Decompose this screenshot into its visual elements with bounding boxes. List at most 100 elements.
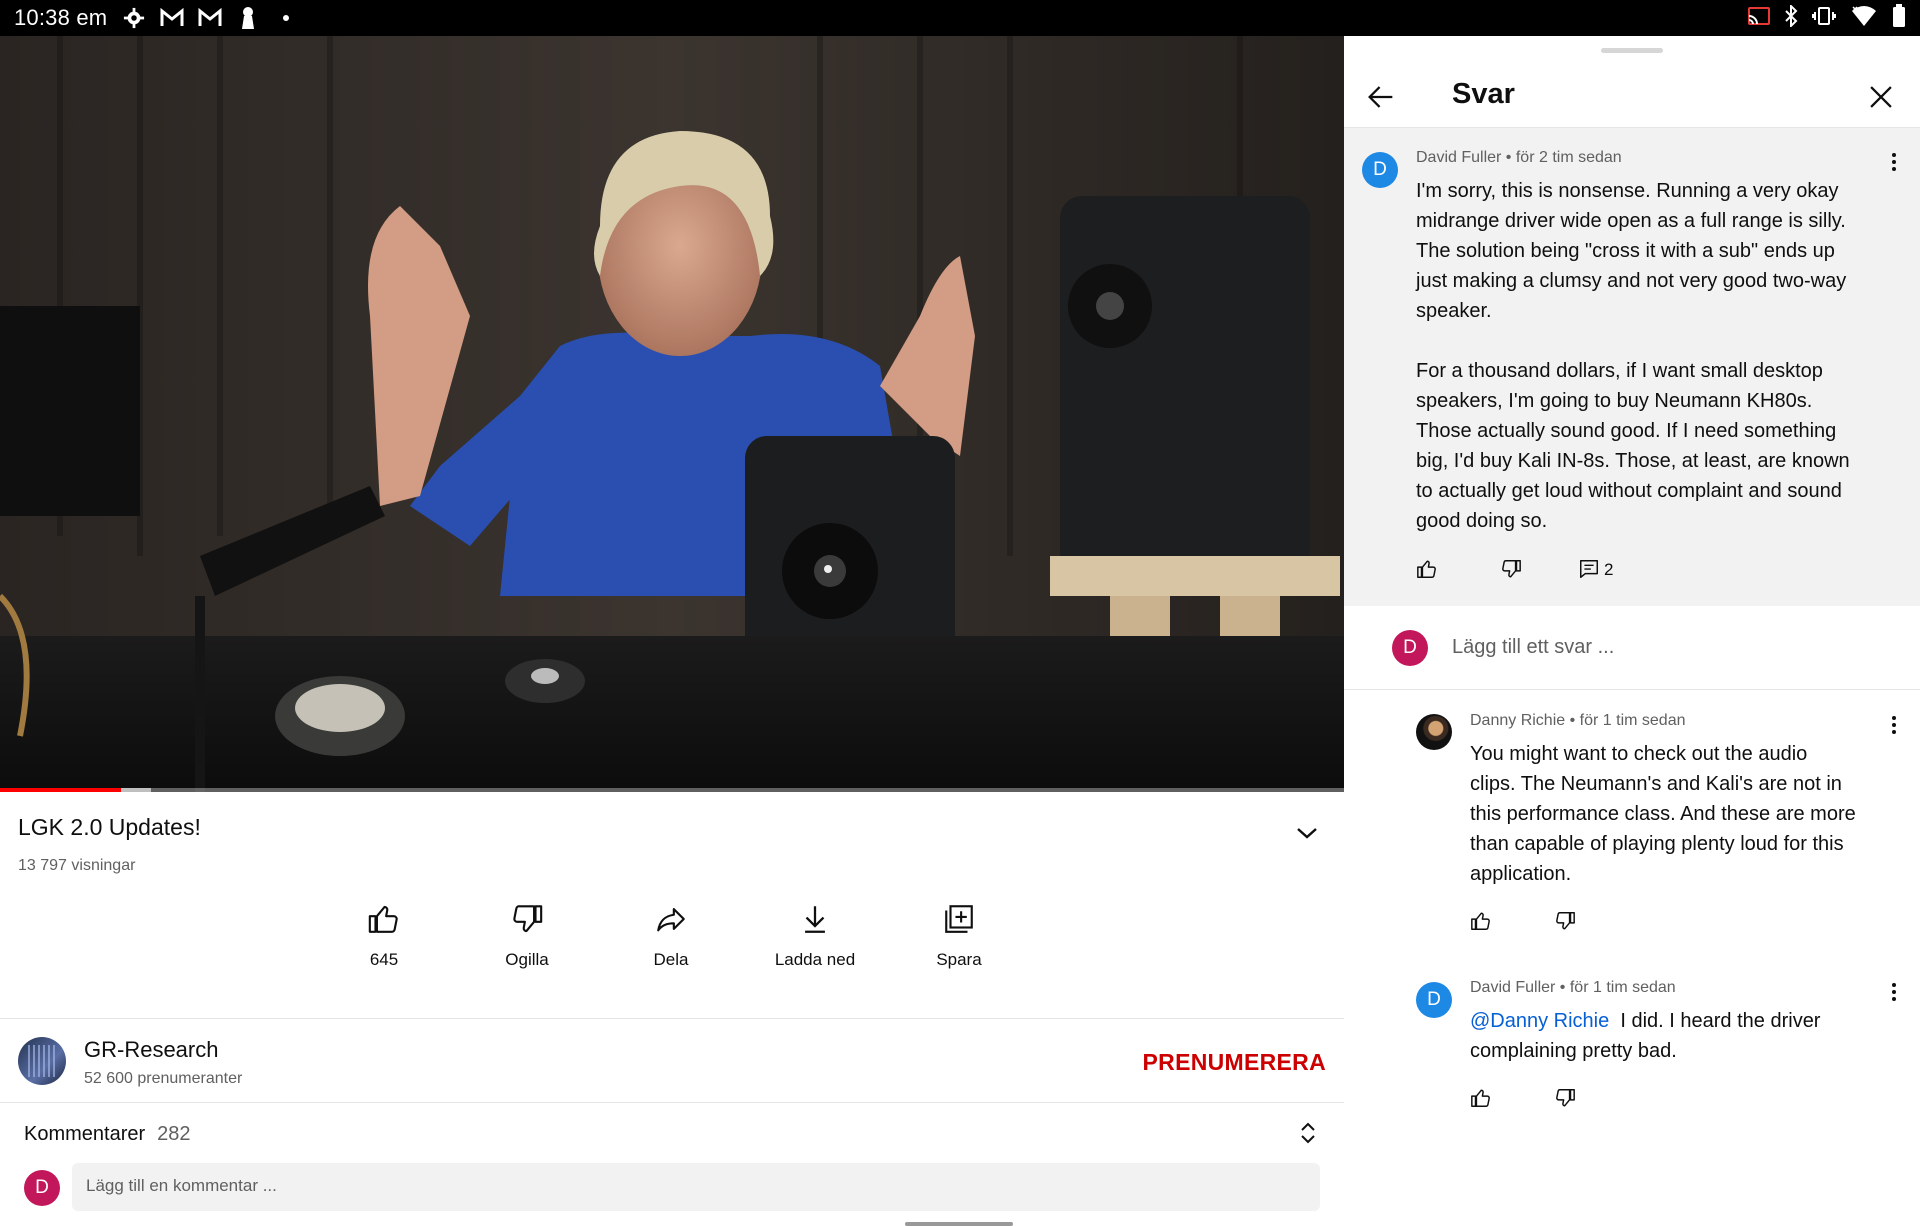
status-bar: 10:38 em [0, 0, 1920, 36]
download-icon [805, 906, 825, 933]
reply-meta: David Fuller • för 1 tim sedan [1470, 979, 1676, 996]
bluetooth-icon [1784, 3, 1798, 32]
settings-gear-icon [121, 5, 147, 31]
reply-menu-button[interactable] [1882, 713, 1906, 737]
reply-line: You might want to check out the audio [1470, 743, 1808, 765]
comment-dislike-button[interactable] [1500, 558, 1524, 582]
reply-dislike-button[interactable] [1554, 1087, 1578, 1111]
reply-menu-button[interactable] [1882, 980, 1906, 1004]
comment-line: to actually get loud without complaint a… [1416, 480, 1842, 502]
arrow-back-icon [1368, 86, 1393, 108]
close-icon [1870, 86, 1892, 108]
thumb-down-icon [1556, 912, 1575, 930]
comments-label: Kommentarer [24, 1123, 146, 1145]
channel-avatar[interactable] [18, 1037, 66, 1085]
reply-text: @Danny Richie I did. I heard the driver … [1470, 1006, 1910, 1066]
reply-line: I did. I heard the driver [1609, 1010, 1821, 1032]
comment-menu-button[interactable] [1882, 150, 1906, 174]
add-comment-input[interactable]: Lägg till en kommentar ... [72, 1163, 1320, 1211]
comment-like-button[interactable] [1416, 558, 1440, 582]
thumb-up-icon [368, 905, 398, 933]
reply-line: application. [1470, 863, 1572, 885]
comment-meta: David Fuller • för 2 tim sedan [1416, 149, 1622, 166]
reply-time: för 1 tim sedan [1579, 712, 1686, 729]
more-vert-icon [1892, 983, 1896, 1001]
reply-icon [1580, 560, 1598, 578]
expand-comments-button[interactable] [1294, 1119, 1322, 1147]
reply-meta: Danny Richie • för 1 tim sedan [1470, 712, 1686, 729]
thumb-down-icon [513, 905, 543, 933]
reply-input-row[interactable]: D Lägg till ett svar ... [1344, 606, 1920, 690]
more-vert-icon [1892, 716, 1896, 734]
comment-reply-button[interactable] [1578, 558, 1602, 582]
dot-icon [273, 5, 299, 31]
progress-buffered [120, 788, 151, 792]
video-title: LGK 2.0 Updates! [18, 814, 201, 840]
comment-line: I'm sorry, this is nonsense. Running a v… [1416, 180, 1839, 202]
replies-header: Svar [1344, 64, 1920, 128]
battery-icon [1892, 3, 1906, 33]
save-button[interactable]: Spara [899, 898, 1019, 970]
add-to-playlist-icon [945, 905, 973, 933]
wifi-icon [1850, 5, 1878, 32]
video-progress-bar[interactable] [0, 788, 1344, 792]
comment-line: speaker. [1416, 300, 1492, 322]
reply-text: You might want to check out the audio cl… [1470, 739, 1910, 889]
channel-row[interactable]: GR-Research 52 600 prenumeranter PRENUME… [0, 1019, 1344, 1103]
mention-link[interactable]: @Danny Richie [1470, 1010, 1609, 1032]
expand-description-button[interactable] [1290, 816, 1324, 850]
comment-line: midrange driver wide open as a full rang… [1416, 210, 1846, 232]
subscriber-count: 52 600 prenumeranter [84, 1070, 243, 1087]
reply-dislike-button[interactable] [1554, 910, 1578, 934]
video-actions: 645 Ogilla Dela Ladda ned Spara [0, 898, 1344, 1008]
replier-avatar[interactable] [1416, 714, 1452, 750]
thumb-up-icon [1417, 560, 1436, 578]
comment-line: For a thousand dollars, if I want small … [1416, 360, 1823, 382]
user-avatar: D [1392, 630, 1428, 666]
commenter-avatar[interactable]: D [1362, 152, 1398, 188]
reply-line: than capable of playing plenty loud for … [1470, 833, 1844, 855]
video-player[interactable] [0, 36, 1344, 792]
vibrate-icon [1812, 6, 1836, 31]
channel-name[interactable]: GR-Research [84, 1037, 218, 1063]
user-avatar: D [24, 1170, 60, 1206]
view-count: 13 797 visningar [18, 857, 136, 874]
subscribe-button[interactable]: PRENUMERERA [1143, 1049, 1326, 1076]
reply-like-button[interactable] [1470, 1087, 1494, 1111]
reply-author: David Fuller [1470, 979, 1556, 996]
share-icon [657, 908, 685, 932]
replier-avatar[interactable]: D [1416, 982, 1452, 1018]
comment-time: för 2 tim sedan [1515, 149, 1622, 166]
download-label: Ladda ned [774, 950, 856, 969]
thumb-up-icon [1471, 1089, 1490, 1107]
close-button[interactable] [1864, 80, 1898, 114]
add-reply-input[interactable]: Lägg till ett svar ... [1452, 636, 1614, 659]
reply-count: 2 [1604, 560, 1614, 579]
comments-count: 282 [157, 1123, 191, 1145]
status-time: 10:38 em [14, 5, 108, 30]
reply-like-button[interactable] [1470, 910, 1494, 934]
reply-line: complaining pretty bad. [1470, 1040, 1677, 1062]
share-button[interactable]: Dela [611, 898, 731, 970]
gmail-icon [159, 5, 185, 31]
thumb-down-icon [1556, 1089, 1575, 1107]
comment-line: just making a clumsy and not very good t… [1416, 270, 1847, 292]
dislike-button[interactable]: Ogilla [467, 898, 587, 970]
divider [0, 1102, 1344, 1103]
unfold-icon [1301, 1122, 1315, 1144]
dislike-label: Ogilla [505, 950, 549, 969]
drag-handle[interactable] [1601, 48, 1663, 53]
reply-line: clips. The Neumann's and Kali's are not … [1470, 773, 1842, 795]
chevron-down-icon [1297, 828, 1317, 839]
thumb-up-icon [1471, 912, 1490, 930]
like-button[interactable]: 645 [324, 898, 444, 970]
download-button[interactable]: Ladda ned [755, 898, 875, 970]
more-vert-icon [1892, 153, 1896, 171]
cast-icon [1748, 6, 1770, 30]
gesture-nav-handle[interactable] [905, 1222, 1013, 1226]
comment-line: speakers, I'm going to buy Neumann KH80s… [1416, 390, 1813, 412]
comments-header[interactable]: Kommentarer 282 [24, 1123, 191, 1146]
thumb-down-icon [1502, 560, 1521, 578]
back-button[interactable] [1364, 80, 1398, 114]
reply-time: för 1 tim sedan [1569, 979, 1676, 996]
